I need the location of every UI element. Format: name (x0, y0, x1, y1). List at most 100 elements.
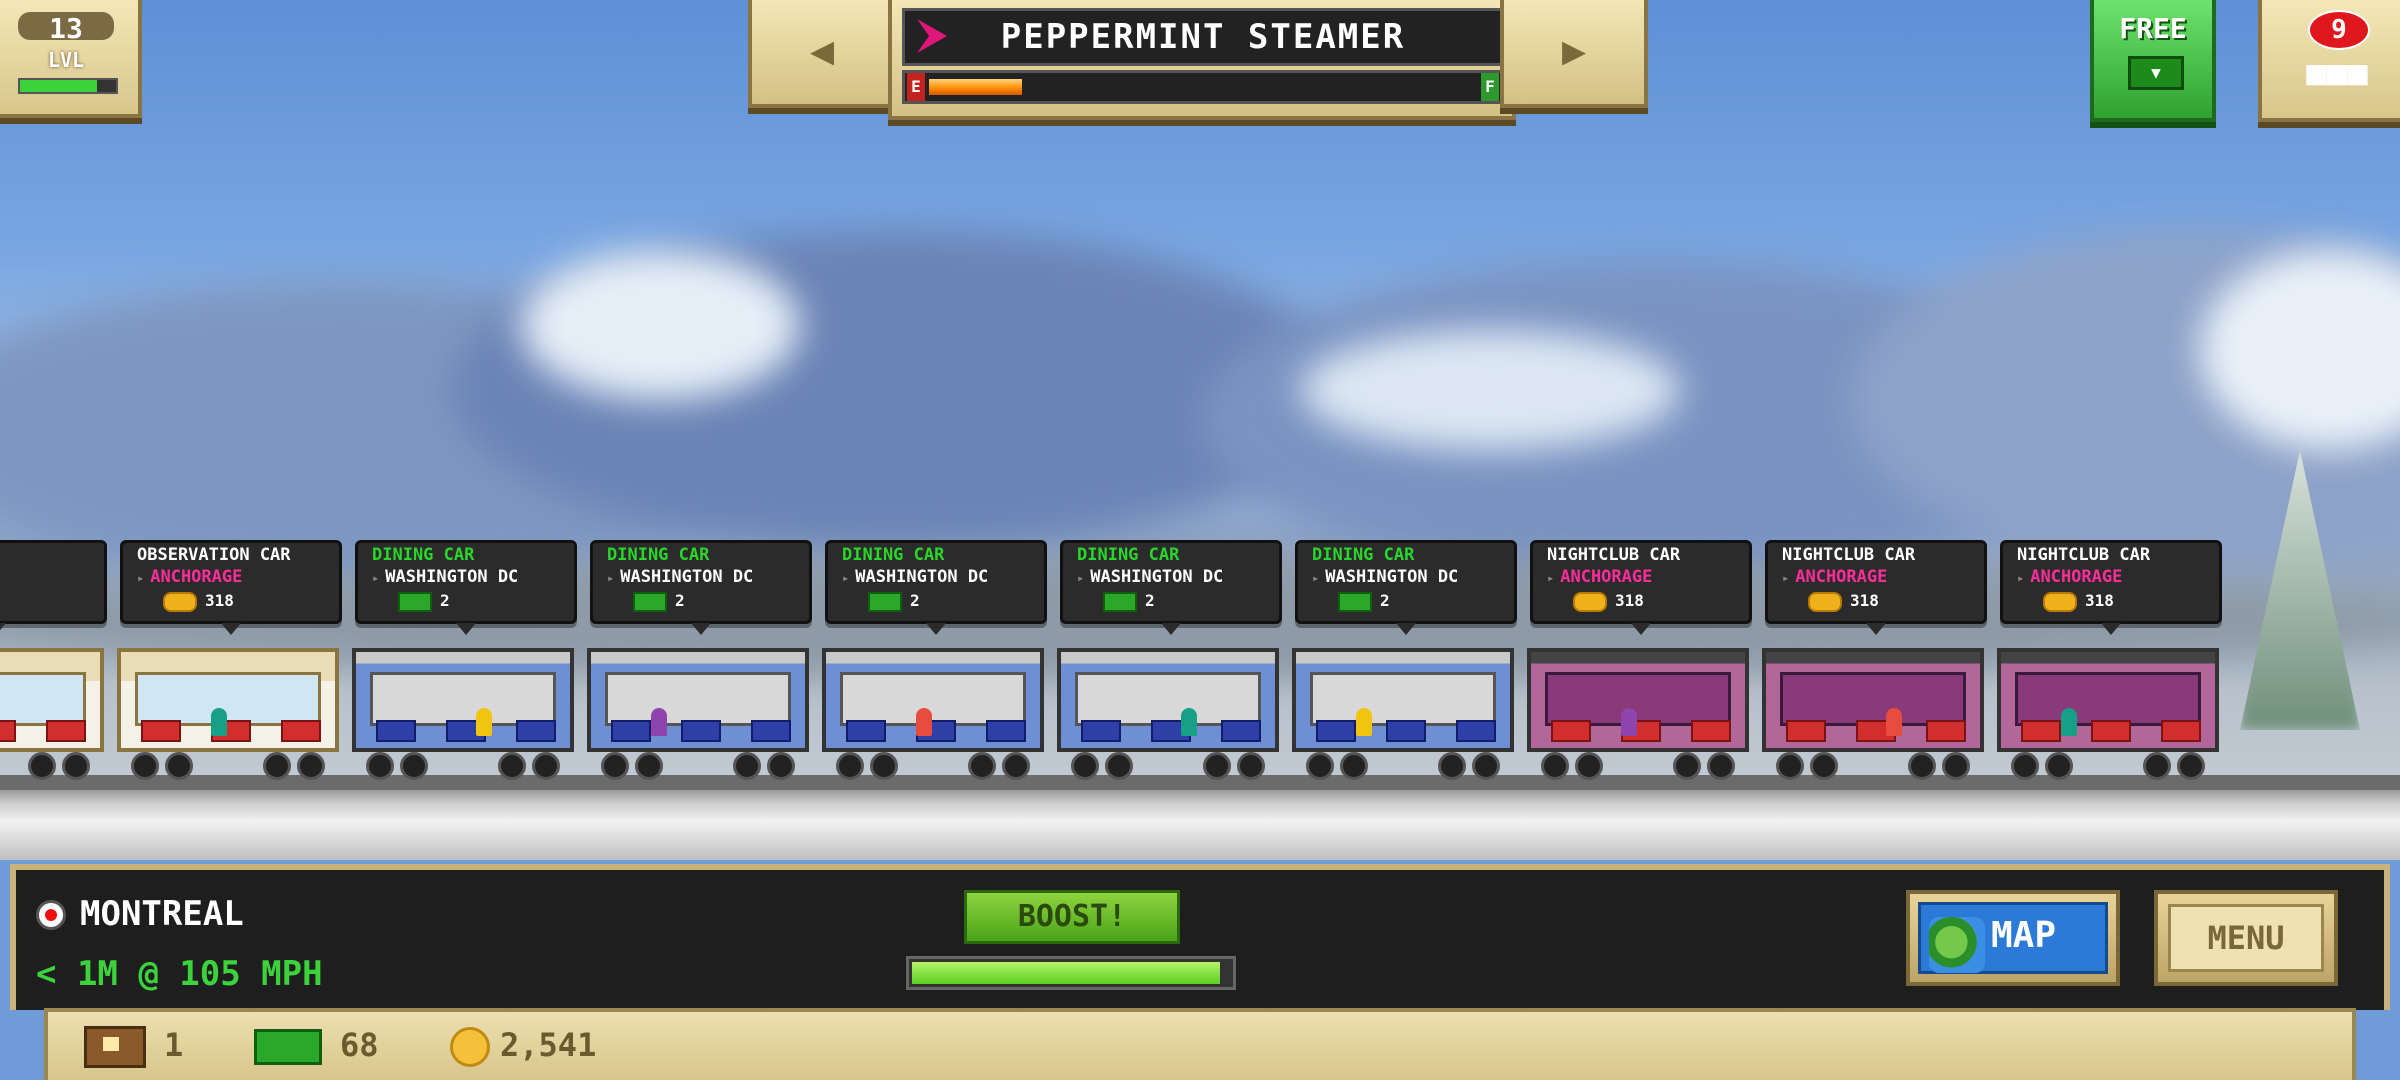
passenger[interactable] (1181, 708, 1197, 736)
train-car[interactable] (117, 648, 339, 752)
snowy-ground (0, 790, 2400, 860)
cash-icon (633, 591, 667, 612)
car-info-tag[interactable]: DINING CARWASHINGTON DC 2 (355, 540, 577, 635)
seat (516, 720, 556, 742)
map-button[interactable]: MAP (1906, 890, 2120, 986)
passenger[interactable] (1356, 708, 1372, 736)
arrow-left-icon: ◀ (809, 28, 835, 74)
level-number: 13 (18, 12, 114, 45)
car-destination-label: ANCHORAGE (1782, 567, 1887, 587)
wheel (2143, 752, 2171, 780)
car-destination-text: ANCHORAGE (1560, 567, 1653, 587)
crates-count: 1 (164, 1026, 184, 1064)
next-train-button[interactable]: ▶ (1500, 0, 1648, 108)
seat (986, 720, 1026, 742)
car-info-tag[interactable]: ION CARGE (0, 540, 107, 635)
free-reward-button[interactable]: FREE ▼ (2090, 0, 2216, 122)
seat (1551, 720, 1591, 742)
car-destination-label: ANCHORAGE (1547, 567, 1652, 587)
car-info-tag[interactable]: NIGHTCLUB CARANCHORAGE 318 (1530, 540, 1752, 635)
seat (1926, 720, 1966, 742)
globe-icon (1929, 917, 1985, 973)
wheel (263, 752, 291, 780)
passenger[interactable] (476, 708, 492, 736)
free-label: FREE (2119, 12, 2187, 45)
wheel (1575, 752, 1603, 780)
car-reward: 318 (1808, 591, 1879, 612)
prev-train-button[interactable]: ◀ (748, 0, 896, 108)
car-info-tag[interactable]: DINING CARWASHINGTON DC 2 (590, 540, 812, 635)
wheel (2045, 752, 2073, 780)
locomotive-icon: ■■■ (2306, 53, 2368, 93)
car-destination-label: WASHINGTON DC (1077, 567, 1223, 587)
passenger[interactable] (1886, 708, 1902, 736)
boost-button[interactable]: BOOST! (964, 890, 1180, 944)
passenger[interactable] (211, 708, 227, 736)
wheel (1908, 752, 1936, 780)
crates-resource[interactable]: 1 (84, 1026, 183, 1068)
coins-resource[interactable]: 2,541 (450, 1026, 596, 1067)
passenger[interactable] (651, 708, 667, 736)
seat (46, 720, 86, 742)
wheel (1438, 752, 1466, 780)
menu-label: MENU (2168, 904, 2324, 972)
coin-icon (450, 1027, 490, 1067)
passenger[interactable] (1621, 708, 1637, 736)
car-reward-value: 2 (675, 591, 685, 610)
fuel-gauge: E F (902, 70, 1504, 104)
car-destination-text: ANCHORAGE (2030, 567, 2123, 587)
train-car[interactable] (1997, 648, 2219, 752)
car-window (0, 672, 86, 726)
wheel (635, 752, 663, 780)
arrow-right-icon: ▶ (1561, 28, 1587, 74)
level-progress-bar (18, 78, 118, 94)
wheel (1203, 752, 1231, 780)
train-car[interactable] (1057, 648, 1279, 752)
menu-button[interactable]: MENU (2154, 890, 2338, 986)
car-reward: 2 (633, 591, 685, 612)
train-car[interactable] (822, 648, 1044, 752)
coins-count: 2,541 (500, 1026, 597, 1064)
wheel (366, 752, 394, 780)
car-window (1310, 672, 1496, 726)
car-destination-text: ANCHORAGE (150, 567, 243, 587)
car-info-tag[interactable]: NIGHTCLUB CARANCHORAGE 318 (1765, 540, 1987, 635)
car-reward: 2 (398, 591, 450, 612)
car-type-label: DINING CAR (1077, 545, 1180, 565)
train-car[interactable] (1762, 648, 1984, 752)
train-car[interactable] (352, 648, 574, 752)
car-info-tag[interactable]: NIGHTCLUB CARANCHORAGE 318 (2000, 540, 2222, 635)
wheel (1810, 752, 1838, 780)
car-destination-label: WASHINGTON DC (607, 567, 753, 587)
car-info-tag[interactable]: OBSERVATION CARANCHORAGE 318 (120, 540, 342, 635)
car-type-label: DINING CAR (1312, 545, 1415, 565)
seat (2091, 720, 2131, 742)
level-progress-fill (20, 80, 97, 92)
level-badge[interactable]: 13 LVL (0, 0, 142, 118)
car-destination-text: WASHINGTON DC (1090, 567, 1224, 587)
car-info-tag[interactable]: DINING CARWASHINGTON DC 2 (825, 540, 1047, 635)
car-reward-value: 318 (205, 591, 234, 610)
engines-button[interactable]: 9 ■■■ (2258, 0, 2400, 122)
car-type-label: NIGHTCLUB CAR (2017, 545, 2151, 565)
car-info-tag[interactable]: DINING CARWASHINGTON DC 2 (1060, 540, 1282, 635)
car-destination-label: WASHINGTON DC (1312, 567, 1458, 587)
train-car[interactable] (587, 648, 809, 752)
car-wheels (352, 752, 574, 790)
train-car[interactable] (0, 648, 104, 752)
passenger[interactable] (2061, 708, 2077, 736)
car-info-tag[interactable]: DINING CARWASHINGTON DC 2 (1295, 540, 1517, 635)
train-car[interactable] (1527, 648, 1749, 752)
car-window (1780, 672, 1966, 726)
map-button-face: MAP (1918, 902, 2108, 974)
wheel (1673, 752, 1701, 780)
train-car[interactable] (1292, 648, 1514, 752)
seat (2161, 720, 2201, 742)
car-reward-value: 318 (1850, 591, 1879, 610)
car-reward-value: 2 (440, 591, 450, 610)
wheel (767, 752, 795, 780)
wheel (1071, 752, 1099, 780)
car-destination-text: WASHINGTON DC (385, 567, 519, 587)
passenger[interactable] (916, 708, 932, 736)
cash-resource[interactable]: 68 (254, 1026, 379, 1065)
